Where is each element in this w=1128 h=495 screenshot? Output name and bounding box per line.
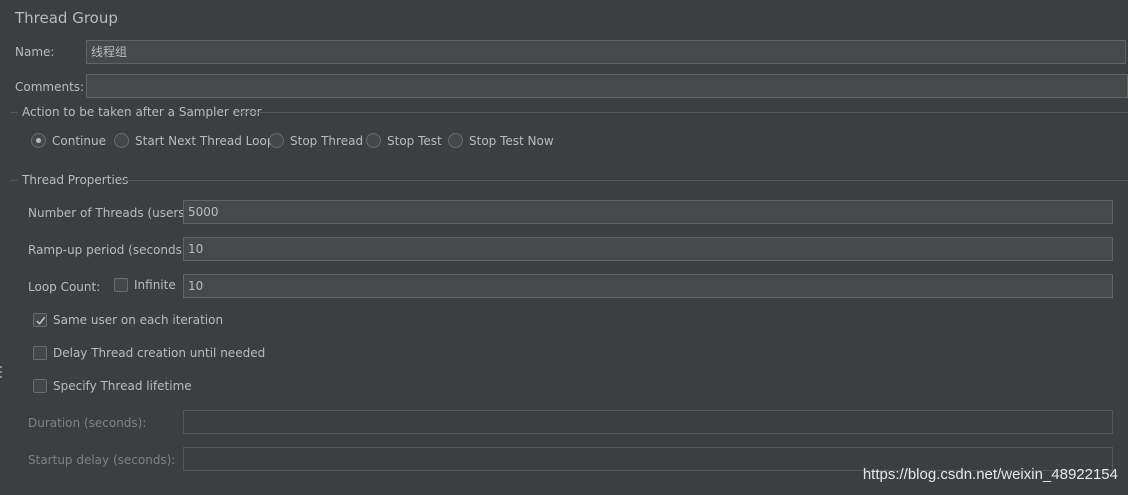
thread-properties-section-title: Thread Properties [22,173,129,187]
same-user-label: Same user on each iteration [53,313,224,327]
radio-continue-label: Continue [52,133,106,148]
name-label: Name: [15,45,55,59]
radio-circle [366,133,381,148]
radio-continue[interactable]: Continue [31,133,106,148]
infinite-label: Infinite [134,278,176,292]
comments-label: Comments: [15,80,85,94]
thread-properties-separator-left [10,180,18,181]
duration-input[interactable] [183,410,1113,434]
splitter-handle-icon[interactable] [0,366,3,384]
panel-title: Thread Group [15,9,118,27]
sampler-error-section-title: Action to be taken after a Sampler error [22,105,262,119]
radio-stop-test-label: Stop Test [387,133,442,148]
radio-circle [114,133,129,148]
duration-label: Duration (seconds): [28,416,147,430]
sampler-error-separator-left [10,112,18,113]
same-user-checkbox[interactable]: Same user on each iteration [33,313,223,327]
num-threads-input[interactable]: 5000 [183,200,1113,224]
watermark: https://blog.csdn.net/weixin_48922154 [862,466,1118,483]
loop-count-label: Loop Count: [28,280,101,294]
startup-delay-label: Startup delay (seconds): [28,453,176,467]
checkbox-box [33,313,47,327]
comments-input[interactable] [86,74,1128,98]
checkbox-box [33,346,47,360]
checkmark-icon [35,316,45,325]
specify-lifetime-label: Specify Thread lifetime [53,379,192,393]
radio-stop-test[interactable]: Stop Test [366,133,442,148]
loop-count-input[interactable]: 10 [183,274,1113,298]
radio-stop-thread[interactable]: Stop Thread [269,133,363,148]
num-threads-label: Number of Threads (users): [28,206,194,220]
ramp-up-input[interactable]: 10 [183,237,1113,261]
radio-stop-test-now-label: Stop Test Now [469,133,554,148]
infinite-checkbox[interactable]: Infinite [114,278,176,292]
checkbox-box [33,379,47,393]
radio-stop-thread-label: Stop Thread [290,133,364,148]
checkbox-box [114,278,128,292]
specify-lifetime-checkbox[interactable]: Specify Thread lifetime [33,379,192,393]
radio-circle [448,133,463,148]
radio-start-next-thread-loop[interactable]: Start Next Thread Loop [114,133,274,148]
radio-stop-test-now[interactable]: Stop Test Now [448,133,554,148]
ramp-up-label: Ramp-up period (seconds): [28,243,191,257]
radio-circle [269,133,284,148]
delay-creation-label: Delay Thread creation until needed [53,346,266,360]
sampler-error-separator [236,112,1128,113]
radio-circle-selected [31,133,46,148]
radio-start-next-thread-loop-label: Start Next Thread Loop [135,133,275,148]
name-input[interactable]: 线程组 [86,40,1126,64]
thread-properties-separator [120,180,1128,181]
delay-creation-checkbox[interactable]: Delay Thread creation until needed [33,346,265,360]
